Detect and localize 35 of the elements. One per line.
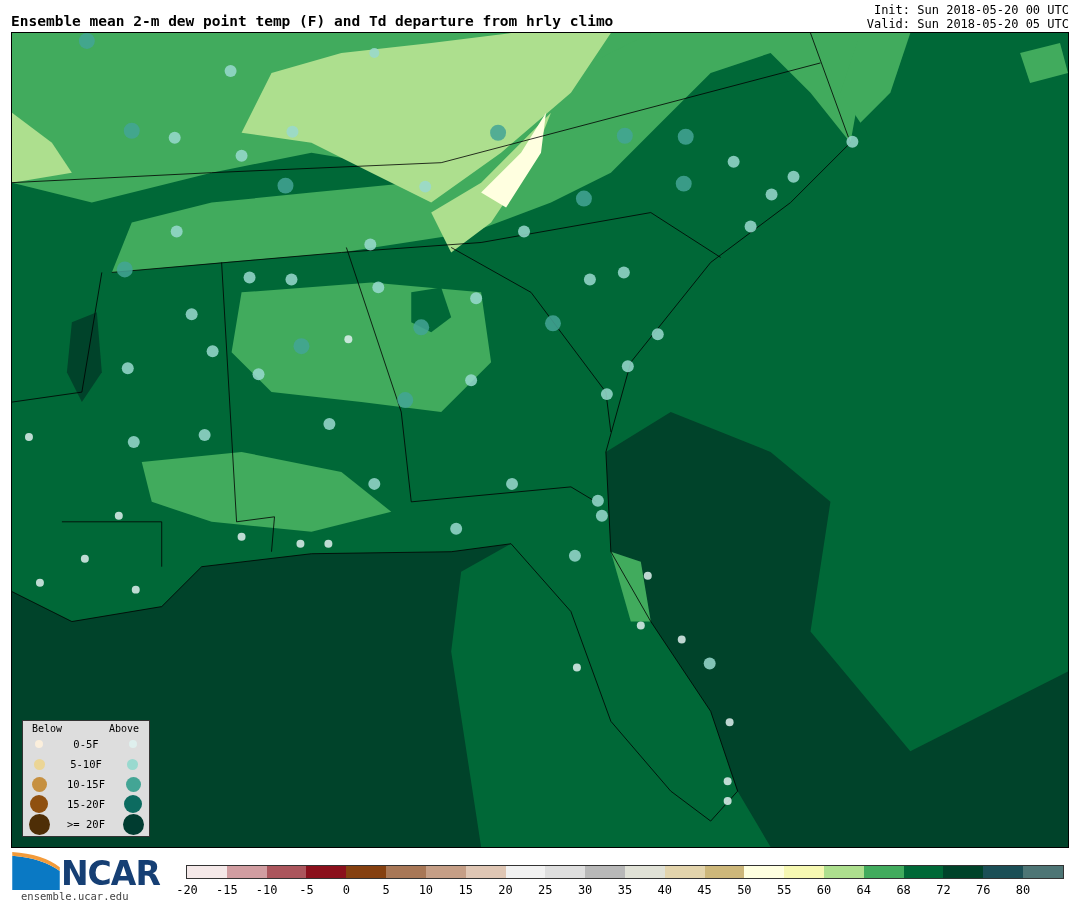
- legend-label: >= 20F: [67, 818, 105, 830]
- colorbar-tick-label: -5: [299, 883, 314, 897]
- chart-title: Ensemble mean 2-m dew point temp (F) and Td departure from hrly climo: [11, 13, 614, 31]
- colorbar-tick-label: 40: [657, 883, 672, 897]
- colorbar-tick-label: 20: [498, 883, 513, 897]
- colorbar-tick-label: 45: [697, 883, 712, 897]
- colorbar-tick-label: 25: [538, 883, 553, 897]
- colorbar-tick-label: -10: [255, 883, 278, 897]
- colorbar-tick-label: -20: [176, 883, 198, 897]
- colorbar-tick-label: 72: [936, 883, 951, 897]
- colorbar-tick-label: -15: [215, 883, 238, 897]
- colorbar-tick-label: 50: [737, 883, 752, 897]
- colorbar-tick-label: 0: [342, 883, 350, 897]
- colorbar-tick-label: 80: [1015, 883, 1031, 897]
- colorbar-tick-label: 60: [816, 883, 832, 897]
- logo-text: NCAR: [61, 858, 160, 890]
- legend-heading: Below: [32, 722, 63, 734]
- colorbar-tick-label: 76: [976, 883, 991, 897]
- valid-time: Valid: Sun 2018-05-20 05 UTC: [866, 17, 1069, 31]
- colorbar-tick-label: 55: [776, 883, 792, 897]
- legend-label: 5-10F: [70, 758, 102, 770]
- legend-label: 15-20F: [67, 798, 105, 810]
- init-time: Init: Sun 2018-05-20 00 UTC: [873, 3, 1069, 17]
- site-url: ensemble.ucar.edu: [20, 890, 130, 902]
- legend-label: 0-5F: [73, 738, 99, 750]
- colorbar-tick-label: 30: [577, 883, 593, 897]
- legend-label: 10-15F: [67, 778, 105, 790]
- colorbar-tick-label: 10: [418, 883, 434, 897]
- colorbar-tick-label: 64: [856, 883, 872, 897]
- colorbar-tick-label: 35: [617, 883, 633, 897]
- logo-swoosh-icon: [11, 852, 61, 890]
- colorbar-tick-label: 15: [458, 883, 473, 897]
- colorbar-tick-label: 5: [382, 883, 390, 897]
- legend-heading: Above: [108, 722, 139, 734]
- colorbar-tick-label: 68: [896, 883, 911, 897]
